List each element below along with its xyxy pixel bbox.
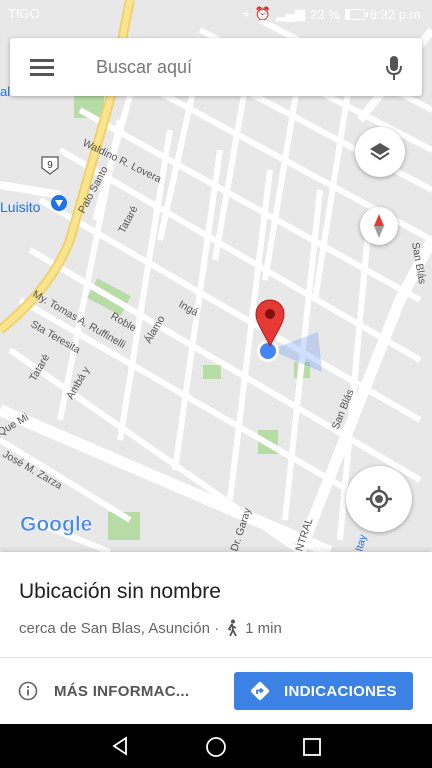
walk-time: 1 min — [245, 619, 282, 637]
more-info-label: MÁS INFORMAC... — [54, 682, 190, 700]
place-details-panel[interactable]: Ubicación sin nombre cerca de San Blas, … — [0, 552, 432, 724]
svg-text:Luisito: Luisito — [0, 199, 41, 215]
search-bar[interactable]: Buscar aquí — [10, 38, 422, 96]
my-location-icon — [366, 486, 392, 512]
layers-icon — [370, 143, 390, 161]
google-logo: Google — [20, 513, 93, 537]
clock: 6:32 p.m. — [369, 6, 424, 22]
directions-label: INDICACIONES — [284, 682, 397, 700]
my-location-button[interactable] — [346, 466, 412, 532]
search-input[interactable]: Buscar aquí — [96, 57, 192, 78]
battery-icon — [344, 8, 368, 20]
place-subtitle: cerca de San Blas, Asunción · 1 min — [19, 619, 282, 637]
svg-text:al: al — [0, 84, 10, 99]
back-icon[interactable] — [110, 736, 130, 756]
park-area — [203, 365, 221, 379]
layers-button[interactable] — [355, 127, 405, 177]
carrier-label: TIGO — [8, 6, 40, 21]
info-icon — [18, 681, 38, 701]
directions-icon — [250, 681, 270, 701]
home-icon[interactable] — [205, 736, 227, 758]
svg-text:9: 9 — [47, 160, 53, 171]
walk-icon — [227, 619, 237, 637]
mic-icon[interactable] — [384, 54, 404, 82]
menu-icon[interactable] — [30, 57, 54, 77]
place-title: Ubicación sin nombre — [19, 580, 221, 603]
directions-button[interactable]: INDICACIONES — [234, 672, 413, 710]
alarm-icon: ⏰ — [254, 6, 271, 21]
location-status-icon: ⌖ — [242, 6, 250, 21]
compass-button[interactable] — [360, 207, 398, 245]
svg-text:Google: Google — [20, 513, 92, 536]
status-bar: TIGO ⌖ ⏰ ▂▄▆ 23 % 6:32 p.m. — [0, 0, 432, 28]
compass-icon — [374, 214, 384, 238]
more-info-button[interactable]: MÁS INFORMAC... — [18, 676, 189, 706]
system-nav-bar — [0, 724, 432, 768]
signal-icon: ▂▄▆ — [275, 6, 306, 21]
battery-percent: 23 % — [310, 6, 340, 22]
recents-icon[interactable] — [302, 737, 322, 757]
place-address: cerca de San Blas, Asunción · — [19, 619, 220, 637]
divider — [0, 657, 432, 658]
